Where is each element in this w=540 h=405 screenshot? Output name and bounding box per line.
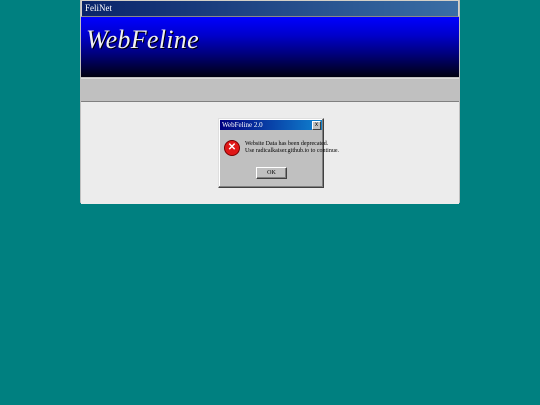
desktop: { "window": { "title": "FeliNet" }, "ban… bbox=[0, 0, 540, 405]
dialog-message-line: Website Data has been deprecated. bbox=[245, 141, 329, 147]
window-titlebar[interactable]: FeliNet bbox=[81, 0, 459, 17]
close-icon[interactable]: x bbox=[312, 121, 321, 130]
menu-bar bbox=[81, 78, 459, 102]
browser-window: FeliNet WebFeline WebFeline 2.0 x ✕ Webs… bbox=[80, 0, 460, 204]
dialog-title: WebFeline 2.0 bbox=[222, 121, 263, 129]
ok-button[interactable]: OK bbox=[256, 167, 287, 179]
dialog-message-line: Use radicalkaiser.github.io to continue. bbox=[245, 148, 339, 154]
error-dialog: WebFeline 2.0 x ✕ Website Data has been … bbox=[218, 118, 339, 188]
page-content: WebFeline 2.0 x ✕ Website Data has been … bbox=[81, 102, 459, 204]
dialog-titlebar[interactable]: WebFeline 2.0 x bbox=[220, 120, 322, 130]
error-icon: ✕ bbox=[224, 140, 240, 156]
webfeline-logo: WebFeline bbox=[86, 25, 199, 54]
window-title: FeliNet bbox=[85, 3, 112, 13]
dialog-message: Website Data has been deprecated. Use ra… bbox=[245, 141, 339, 155]
site-banner: WebFeline bbox=[81, 17, 459, 78]
